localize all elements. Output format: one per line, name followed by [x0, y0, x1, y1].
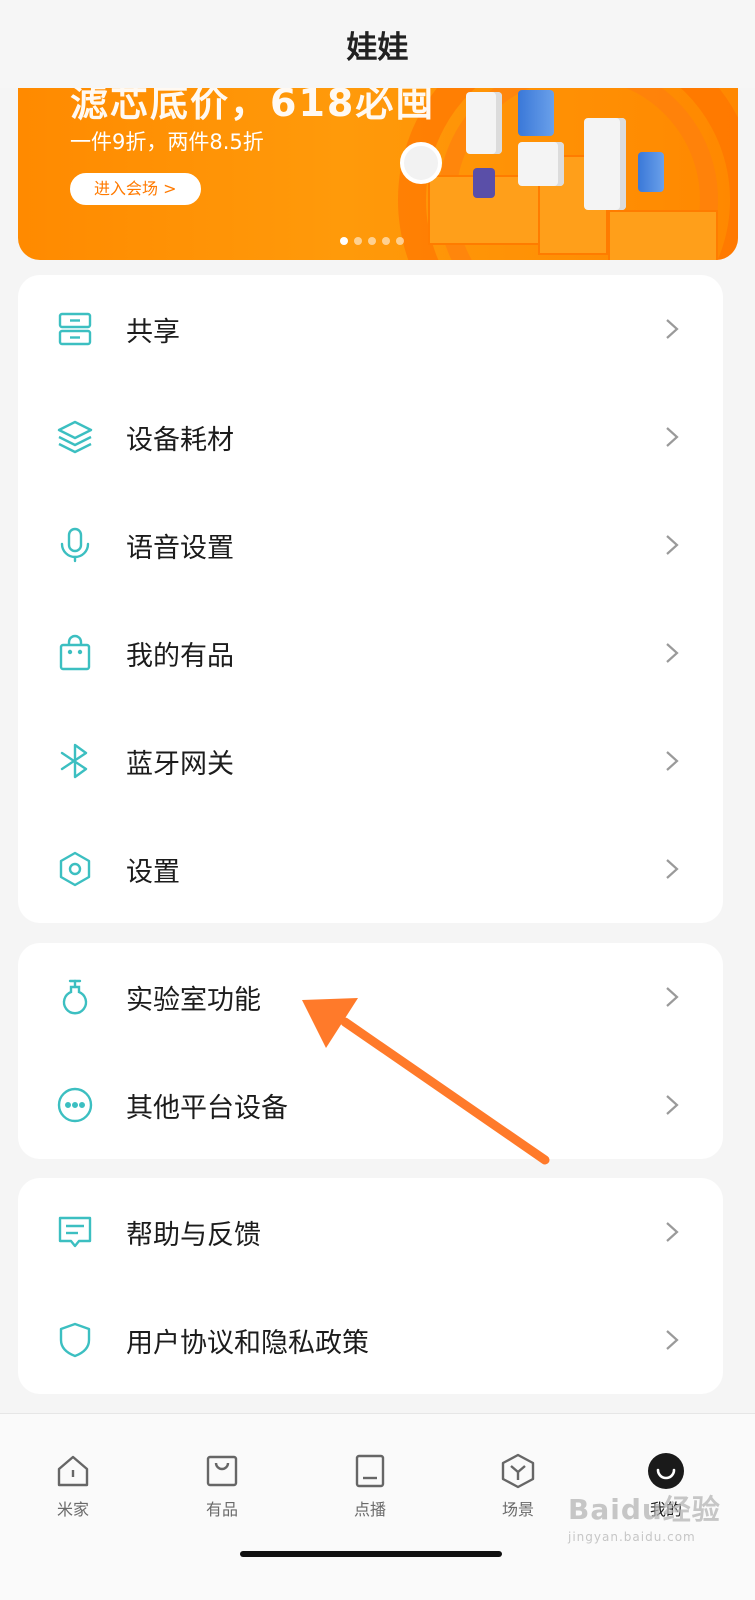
watermark-main: Baidu经验 — [568, 1493, 721, 1526]
banner-pagination — [340, 237, 404, 245]
menu-item-label: 我的有品 — [126, 640, 234, 672]
banner-product-filter — [638, 152, 664, 192]
menu-item-label: 用户协议和隐私政策 — [126, 1327, 369, 1359]
banner-dot[interactable] — [382, 237, 390, 245]
menu-item-label: 帮助与反馈 — [126, 1219, 261, 1251]
banner-dot[interactable] — [340, 237, 348, 245]
feedback-icon — [56, 1213, 94, 1251]
menu-item-lab-features[interactable]: 实验室功能 — [18, 943, 723, 1051]
banner-product-speaker — [400, 142, 442, 184]
menu-item-user-agreement-privacy[interactable]: 用户协议和隐私政策 — [18, 1286, 723, 1394]
chevron-right-icon — [661, 318, 683, 340]
menu-item-label: 实验室功能 — [126, 984, 261, 1016]
home-indicator[interactable] — [240, 1551, 502, 1557]
banner-dot[interactable] — [396, 237, 404, 245]
profile-face-icon — [647, 1452, 685, 1490]
banner-product-purifier — [584, 118, 626, 210]
banner-product-purifier — [518, 142, 564, 186]
tab-youpin[interactable]: 有品 — [177, 1452, 267, 1522]
chevron-right-icon — [661, 1221, 683, 1243]
menu-card-labs: 实验室功能 其他平台设备 — [18, 943, 723, 1159]
menu-item-label: 共享 — [126, 316, 180, 348]
menu-item-bluetooth-gateway[interactable]: 蓝牙网关 — [18, 707, 723, 815]
menu-card-main: 共享 设备耗材 语音设置 我的有品 蓝牙网关 设置 — [18, 275, 723, 923]
flask-icon — [56, 978, 94, 1016]
shield-icon — [56, 1321, 94, 1359]
page-header: 娃娃 — [0, 0, 755, 88]
settings-hexagon-icon — [56, 850, 94, 888]
chevron-right-icon — [661, 426, 683, 448]
menu-item-consumables[interactable]: 设备耗材 — [18, 383, 723, 491]
more-dots-icon — [56, 1086, 94, 1124]
chevron-right-icon — [661, 986, 683, 1008]
menu-item-label: 设备耗材 — [126, 424, 234, 456]
tab-label: 场景 — [501, 1500, 534, 1519]
watermark-sub: jingyan.baidu.com — [568, 1530, 696, 1544]
chevron-right-icon — [661, 1094, 683, 1116]
chevron-right-icon — [661, 1329, 683, 1351]
tab-label: 米家 — [56, 1500, 89, 1519]
share-icon — [56, 310, 94, 348]
tab-on-demand[interactable]: 点播 — [325, 1452, 415, 1522]
banner-decor-block — [608, 210, 718, 260]
menu-item-share[interactable]: 共享 — [18, 275, 723, 383]
menu-item-settings[interactable]: 设置 — [18, 815, 723, 923]
banner-product-filter — [473, 168, 495, 198]
tab-label: 有品 — [205, 1500, 238, 1519]
tab-scenes[interactable]: 场景 — [473, 1452, 563, 1522]
tv-icon — [351, 1452, 389, 1490]
layers-icon — [56, 418, 94, 456]
promo-banner[interactable]: 滤芯底价，618必囤 一件9折，两件8.5折 进入会场 > — [18, 80, 738, 260]
menu-item-my-youpin[interactable]: 我的有品 — [18, 599, 723, 707]
chevron-right-icon — [661, 534, 683, 556]
chevron-right-icon — [661, 750, 683, 772]
store-icon — [203, 1452, 241, 1490]
menu-item-help-feedback[interactable]: 帮助与反馈 — [18, 1178, 723, 1286]
scene-hexagon-icon — [499, 1452, 537, 1490]
banner-cta-button[interactable]: 进入会场 > — [70, 173, 201, 205]
menu-item-label: 蓝牙网关 — [126, 748, 234, 780]
page-title: 娃娃 — [346, 29, 409, 66]
chevron-right-icon — [661, 642, 683, 664]
bluetooth-icon — [56, 742, 94, 780]
menu-item-label: 设置 — [126, 856, 180, 888]
menu-card-help: 帮助与反馈 用户协议和隐私政策 — [18, 1178, 723, 1394]
shopping-bag-icon — [56, 634, 94, 672]
tab-home[interactable]: 米家 — [28, 1452, 118, 1522]
menu-item-other-platform-devices[interactable]: 其他平台设备 — [18, 1051, 723, 1159]
banner-dot[interactable] — [354, 237, 362, 245]
banner-product-filter — [518, 90, 554, 136]
banner-subline: 一件9折，两件8.5折 — [70, 130, 264, 154]
microphone-icon — [56, 526, 94, 564]
banner-product-purifier — [466, 92, 502, 154]
watermark: Baidu经验 jingyan.baidu.com — [568, 1488, 721, 1544]
chevron-right-icon — [661, 858, 683, 880]
menu-item-voice-settings[interactable]: 语音设置 — [18, 491, 723, 599]
home-icon — [54, 1452, 92, 1490]
menu-item-label: 语音设置 — [126, 532, 234, 564]
menu-item-label: 其他平台设备 — [126, 1092, 288, 1124]
banner-dot[interactable] — [368, 237, 376, 245]
tab-label: 点播 — [353, 1500, 386, 1519]
